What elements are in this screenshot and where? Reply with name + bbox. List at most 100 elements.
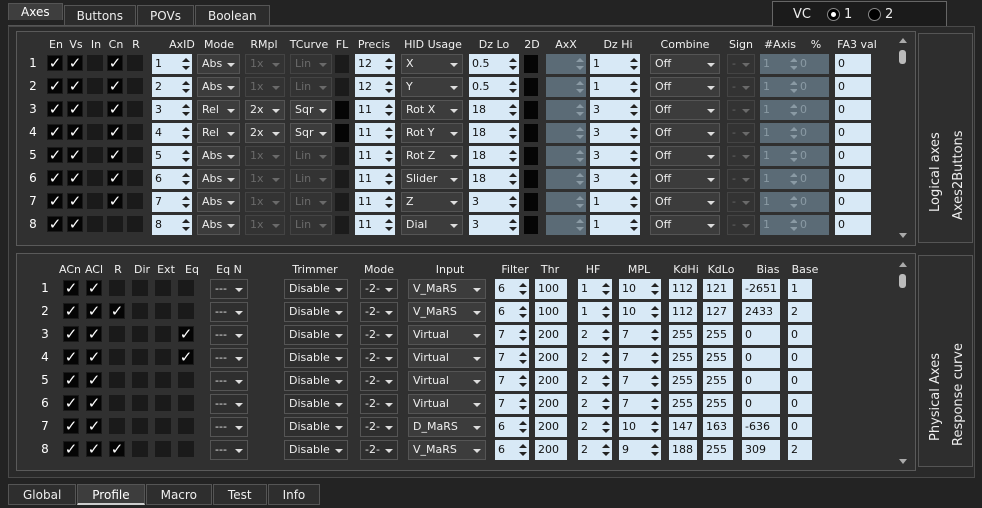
dz-lo-spin[interactable]: 18	[469, 123, 519, 143]
dz-hi-spin[interactable]: 3	[590, 100, 640, 120]
spin-arrows-icon[interactable]	[601, 372, 610, 390]
checkbox-r[interactable]	[127, 124, 143, 140]
scroll-up-icon[interactable]	[899, 262, 907, 267]
combine-dropdown[interactable]: Off	[650, 54, 720, 74]
dz-lo-spin[interactable]: 3	[469, 215, 519, 235]
input-dropdown[interactable]: Virtual	[408, 325, 486, 345]
checkbox-ext[interactable]	[155, 280, 171, 296]
checkbox-eq[interactable]	[178, 303, 194, 319]
kdlo-field[interactable]: 255	[703, 371, 733, 391]
input-dropdown[interactable]: D_MaRS	[408, 417, 486, 437]
checkbox-acn[interactable]: ✓	[63, 418, 79, 434]
mode-dropdown[interactable]: Rel	[197, 100, 240, 120]
precis-spin[interactable]: 12	[355, 77, 395, 97]
rmpl-dropdown[interactable]: 2x	[245, 123, 285, 143]
response-curve-title[interactable]: Response curve	[951, 343, 966, 446]
checkbox-acl[interactable]: ✓	[86, 349, 102, 365]
mode-dropdown[interactable]: Abs	[197, 146, 240, 166]
axid-spin[interactable]: 1	[152, 54, 192, 74]
mpl-spin[interactable]: 10	[619, 417, 661, 437]
filter-spin[interactable]: 7	[495, 325, 529, 345]
checkbox-vs[interactable]: ✓	[67, 147, 83, 163]
checkbox-vs[interactable]: ✓	[67, 55, 83, 71]
bias-field[interactable]: -2651	[742, 279, 780, 299]
mode-dropdown[interactable]: -2-	[360, 348, 398, 368]
checkbox-dir[interactable]	[132, 418, 148, 434]
checkbox-en[interactable]: ✓	[47, 55, 63, 71]
dz-hi-spin[interactable]: 3	[590, 146, 640, 166]
tab-test[interactable]: Test	[212, 484, 267, 505]
checkbox-r[interactable]	[109, 280, 125, 296]
dz-lo-spin[interactable]: 3	[469, 192, 519, 212]
2d-checkbox[interactable]	[524, 101, 538, 119]
threshold-field[interactable]: 100	[535, 302, 567, 322]
precis-spin[interactable]: 11	[355, 215, 395, 235]
spin-arrows-icon[interactable]	[601, 395, 610, 413]
fl-checkbox[interactable]	[335, 147, 349, 165]
2d-checkbox[interactable]	[524, 193, 538, 211]
spin-arrows-icon[interactable]	[629, 78, 638, 96]
mode-dropdown[interactable]: -2-	[360, 302, 398, 322]
kdlo-field[interactable]: 255	[703, 325, 733, 345]
checkbox-acl[interactable]: ✓	[86, 395, 102, 411]
checkbox-r[interactable]	[109, 349, 125, 365]
checkbox-in[interactable]	[87, 55, 103, 71]
checkbox-en[interactable]: ✓	[47, 147, 63, 163]
spin-arrows-icon[interactable]	[650, 395, 659, 413]
checkbox-vs[interactable]: ✓	[67, 124, 83, 140]
hid-usage-dropdown[interactable]: Slider	[401, 169, 463, 189]
axes2buttons-title[interactable]: Axes2Buttons	[951, 130, 966, 220]
input-dropdown[interactable]: Virtual	[408, 394, 486, 414]
dz-hi-spin[interactable]: 3	[590, 123, 640, 143]
bias-field[interactable]: 0	[742, 371, 780, 391]
hid-usage-dropdown[interactable]: Rot Z	[401, 146, 463, 166]
2d-checkbox[interactable]	[524, 216, 538, 234]
checkbox-cn[interactable]: ✓	[107, 170, 123, 186]
spin-arrows-icon[interactable]	[518, 326, 527, 344]
checkbox-cn[interactable]: ✓	[107, 101, 123, 117]
scroll-down-icon[interactable]	[899, 459, 907, 464]
mode-dropdown[interactable]: -2-	[360, 440, 398, 460]
hf-spin[interactable]: 2	[578, 325, 612, 345]
spin-arrows-icon[interactable]	[629, 101, 638, 119]
base-field[interactable]: 0	[788, 394, 812, 414]
checkbox-acn[interactable]: ✓	[63, 441, 79, 457]
spin-arrows-icon[interactable]	[650, 418, 659, 436]
spin-arrows-icon[interactable]	[384, 216, 393, 234]
checkbox-r[interactable]	[127, 193, 143, 209]
combine-dropdown[interactable]: Off	[650, 169, 720, 189]
mode-dropdown[interactable]: Abs	[197, 54, 240, 74]
checkbox-in[interactable]	[87, 101, 103, 117]
checkbox-in[interactable]	[87, 124, 103, 140]
axid-spin[interactable]: 4	[152, 123, 192, 143]
base-field[interactable]: 0	[788, 371, 812, 391]
mode-dropdown[interactable]: -2-	[360, 417, 398, 437]
checkbox-acn[interactable]: ✓	[63, 280, 79, 296]
spin-arrows-icon[interactable]	[518, 349, 527, 367]
spin-arrows-icon[interactable]	[518, 418, 527, 436]
spin-arrows-icon[interactable]	[508, 124, 517, 142]
eq-n-dropdown[interactable]: ---	[210, 440, 248, 460]
checkbox-dir[interactable]	[132, 303, 148, 319]
hf-spin[interactable]: 2	[578, 440, 612, 460]
fa3-value-field[interactable]: 0	[835, 100, 871, 120]
precis-spin[interactable]: 11	[355, 123, 395, 143]
logical-scrollbar[interactable]	[897, 38, 909, 238]
base-field[interactable]: 2	[788, 302, 812, 322]
checkbox-acl[interactable]: ✓	[86, 326, 102, 342]
spin-arrows-icon[interactable]	[508, 193, 517, 211]
checkbox-cn[interactable]: ✓	[107, 193, 123, 209]
checkbox-acn[interactable]: ✓	[63, 326, 79, 342]
checkbox-ext[interactable]	[155, 418, 171, 434]
spin-arrows-icon[interactable]	[650, 349, 659, 367]
checkbox-in[interactable]	[87, 193, 103, 209]
spin-arrows-icon[interactable]	[384, 147, 393, 165]
kdlo-field[interactable]: 255	[703, 394, 733, 414]
spin-arrows-icon[interactable]	[508, 170, 517, 188]
checkbox-en[interactable]: ✓	[47, 101, 63, 117]
dz-lo-spin[interactable]: 18	[469, 169, 519, 189]
checkbox-in[interactable]	[87, 216, 103, 232]
spin-arrows-icon[interactable]	[518, 280, 527, 298]
checkbox-ext[interactable]	[155, 441, 171, 457]
input-dropdown[interactable]: V_MaRS	[408, 279, 486, 299]
